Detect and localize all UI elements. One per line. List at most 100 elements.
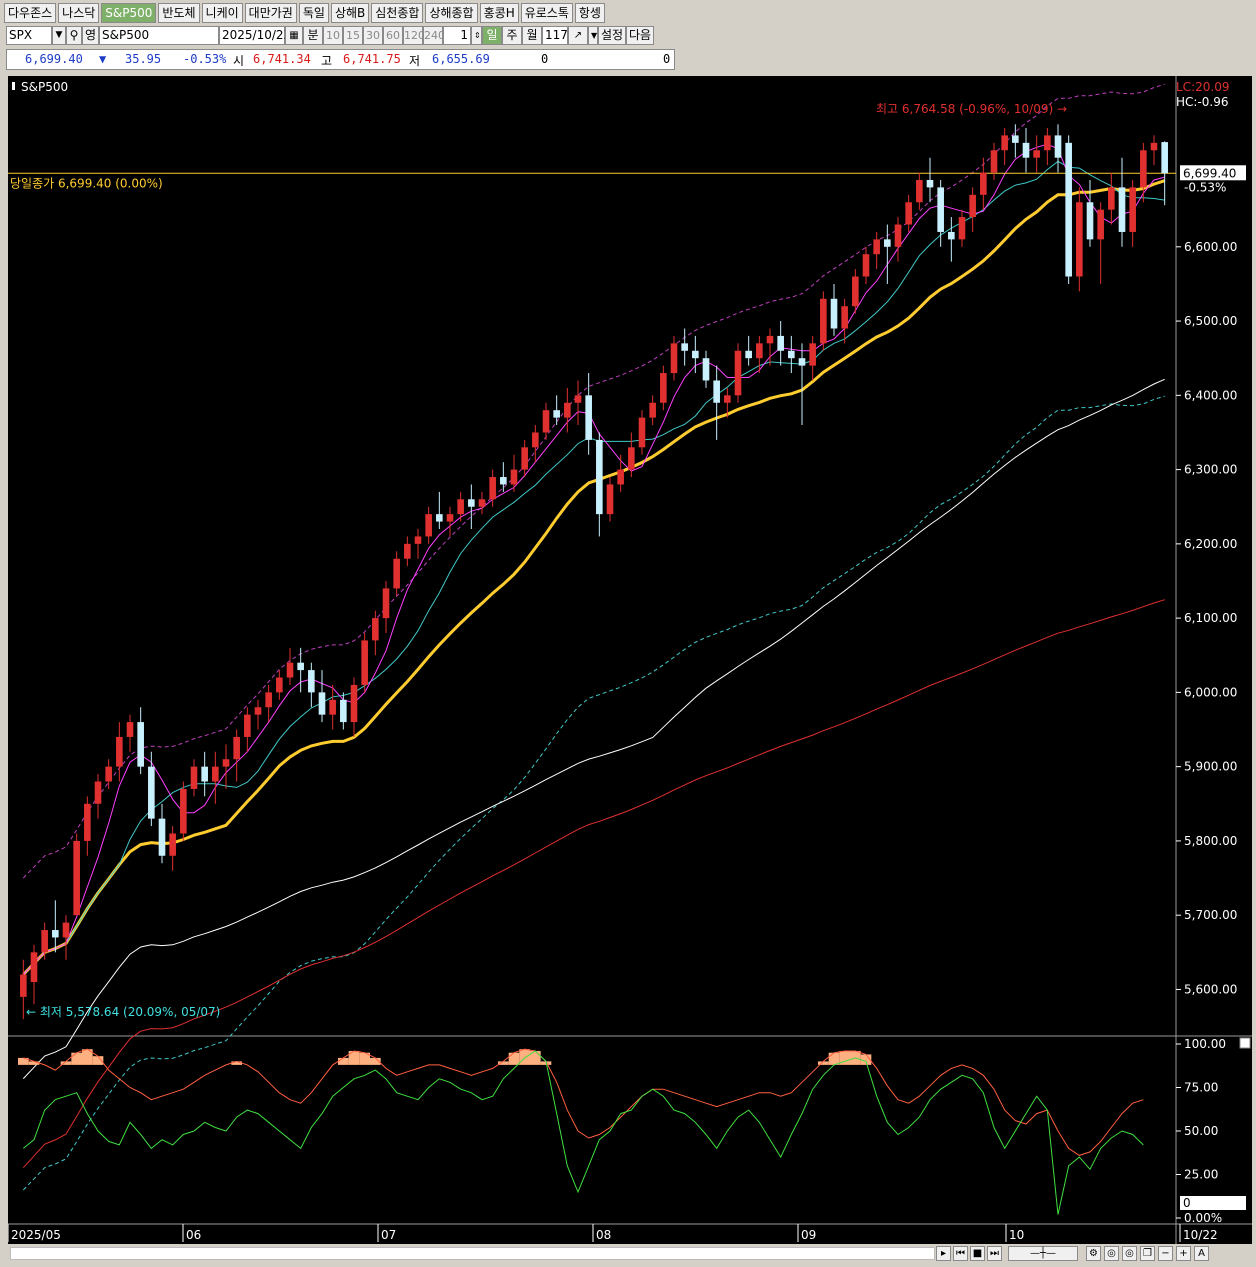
period-button-15[interactable]: 15: [343, 25, 363, 45]
day-button[interactable]: 일: [482, 25, 502, 45]
candle-body: [788, 350, 795, 359]
candle-body: [617, 469, 624, 485]
candle-body: [990, 150, 998, 173]
candle-body: [926, 179, 934, 188]
candle-body: [980, 172, 987, 195]
count-field[interactable]: 117: [542, 25, 568, 45]
change-arrow-icon: ▼: [99, 52, 107, 66]
tab-3[interactable]: 반도체: [158, 3, 200, 23]
crosshair-icon[interactable]: ⚙: [1086, 1246, 1101, 1261]
ma5-line: [22, 143, 1165, 975]
indicator-icon[interactable]: ◎: [1122, 1246, 1137, 1261]
font-icon[interactable]: A: [1194, 1246, 1209, 1261]
hc-label: HC:-0.96: [1176, 95, 1229, 109]
symbol-name-field[interactable]: S&P500: [99, 25, 219, 45]
stop-icon[interactable]: ■: [970, 1246, 985, 1261]
x-tick-label: 2025/05: [11, 1228, 61, 1242]
y-tick-label: 6,600.00: [1184, 240, 1237, 254]
calendar-icon[interactable]: ▦: [285, 25, 303, 45]
search-icon[interactable]: ⚲: [66, 25, 82, 45]
month-button[interactable]: 월: [522, 25, 542, 45]
scroll-track[interactable]: [10, 1247, 935, 1260]
candle-body: [585, 395, 592, 440]
price-chart[interactable]: 6,600.00 6,500.00 6,400.00 6,300.00 6,200.00…: [8, 76, 1252, 1244]
chart-type-dropdown-icon[interactable]: ▼: [588, 25, 598, 45]
zoom-slider[interactable]: —┼—: [1008, 1246, 1078, 1261]
tab-5[interactable]: 대만가권: [244, 3, 297, 23]
tab-4[interactable]: 니케이: [201, 3, 243, 23]
candle-body: [798, 358, 806, 366]
symbol-dropdown-icon[interactable]: ▼: [52, 25, 66, 45]
zoom-in-icon[interactable]: +: [1176, 1246, 1191, 1261]
candle-body: [649, 402, 656, 418]
period-button-10[interactable]: 10: [323, 25, 343, 45]
x-tick-label: 06: [186, 1228, 201, 1242]
candle-body: [500, 477, 507, 485]
tab-8[interactable]: 심천종합: [371, 3, 424, 23]
tab-6[interactable]: 독일: [298, 3, 329, 23]
zoom-out-icon[interactable]: −: [1158, 1246, 1173, 1261]
candle-body: [286, 662, 294, 678]
open-label: 시: [233, 54, 245, 68]
period-button-240[interactable]: 240: [423, 25, 445, 45]
candle-body: [1076, 202, 1083, 277]
last-pct-label: -0.53%: [1184, 180, 1226, 194]
chart-scrollbar[interactable]: ▸ ⏮ ■ ⏭ —┼— ⚙ ◎ ◎ ❐ − + A: [8, 1245, 1252, 1262]
candle-body: [414, 536, 422, 544]
candle-body: [756, 343, 763, 359]
candle-body: [489, 477, 496, 500]
window-icon[interactable]: ❐: [1140, 1246, 1155, 1261]
chart-type-icon[interactable]: ↗: [568, 25, 588, 45]
candle-body: [958, 217, 966, 240]
week-button[interactable]: 주: [502, 25, 522, 45]
y-tick-label: 5,800.00: [1184, 834, 1237, 848]
tab-7[interactable]: 상해B: [330, 3, 370, 23]
candle-body: [446, 514, 454, 522]
period-button-60[interactable]: 60: [383, 25, 403, 45]
interval-spinner-icon[interactable]: ⇕: [471, 25, 482, 45]
english-toggle[interactable]: 영: [82, 25, 99, 45]
overbought-fill: [828, 1052, 840, 1065]
scroll-right-icon[interactable]: ▸: [936, 1246, 951, 1261]
candle-body: [830, 298, 838, 329]
candle-body: [233, 736, 240, 760]
tab-10[interactable]: 홍콩H: [479, 3, 519, 23]
chart-canvas[interactable]: 6,600.00 6,500.00 6,400.00 6,300.00 6,200.00…: [8, 76, 1252, 1244]
candle-body: [329, 699, 336, 715]
tab-12[interactable]: 항셍: [574, 3, 605, 23]
candle-body: [862, 254, 870, 277]
candle-body: [1108, 187, 1115, 210]
candle-body: [478, 499, 486, 507]
osc-zero-label: 0: [1183, 1196, 1191, 1210]
next-button[interactable]: 다음: [626, 25, 654, 45]
settings-button[interactable]: 설정: [598, 25, 626, 45]
last-page-icon[interactable]: ⏭: [987, 1246, 1002, 1261]
candle-body: [745, 350, 752, 359]
low-value: 6,655.69: [432, 52, 490, 66]
candle-body: [212, 766, 219, 782]
date-field[interactable]: 2025/10/23: [219, 25, 291, 45]
period-button-30[interactable]: 30: [363, 25, 383, 45]
candle-body: [244, 714, 251, 737]
candle-body: [820, 298, 827, 344]
current-price: 6,699.40: [25, 52, 83, 66]
candle-body: [457, 499, 464, 515]
tab-9[interactable]: 상해종합: [425, 3, 478, 23]
candle-body: [937, 187, 944, 232]
candle-body: [62, 922, 70, 938]
candle-body: [382, 588, 390, 619]
period-button-120[interactable]: 120: [403, 25, 425, 45]
minute-button[interactable]: 분: [303, 25, 323, 45]
tab-0[interactable]: 다우존스: [4, 3, 57, 23]
first-page-icon[interactable]: ⏮: [953, 1246, 968, 1261]
interval-input[interactable]: 1: [443, 25, 471, 45]
symbol-code-input[interactable]: SPX: [6, 25, 52, 45]
tab-11[interactable]: 유로스톡: [520, 3, 573, 23]
magnet-icon[interactable]: ◎: [1104, 1246, 1119, 1261]
tab-1[interactable]: 나스닥: [58, 3, 100, 23]
candle-body: [190, 766, 198, 789]
tab-2[interactable]: S&P500: [101, 3, 157, 23]
candle-body: [308, 670, 315, 693]
candle-body: [169, 833, 176, 856]
candle-body: [137, 722, 144, 767]
